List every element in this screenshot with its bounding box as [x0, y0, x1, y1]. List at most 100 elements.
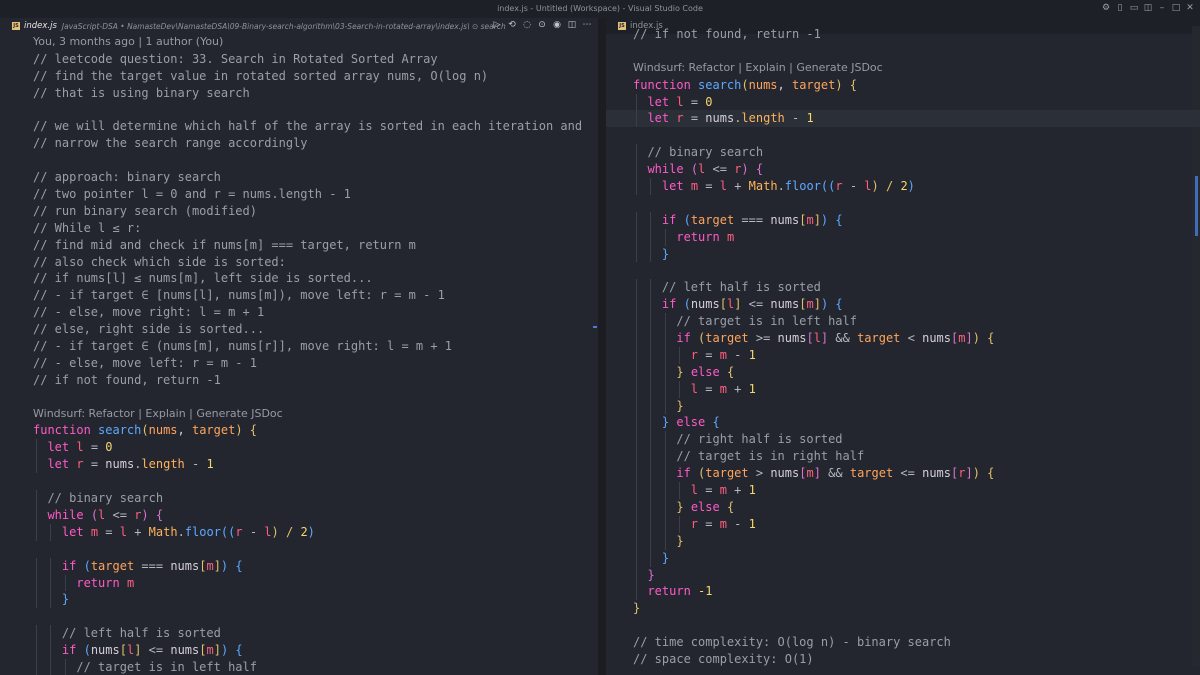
code-line[interactable]: // left half is sorted — [606, 279, 1200, 297]
code-line[interactable] — [0, 152, 598, 169]
code-line[interactable]: } — [0, 591, 598, 609]
code-line[interactable]: // time complexity: O(log n) - binary se… — [606, 634, 1200, 651]
code-line[interactable]: } else { — [606, 363, 1200, 381]
minimize-icon[interactable]: – — [1156, 2, 1168, 14]
code-line[interactable]: // left half is sorted — [0, 625, 598, 643]
code-line[interactable]: l = m + 1 — [606, 482, 1200, 499]
git-icon[interactable]: ◌ — [522, 20, 532, 30]
windsurf-icon[interactable]: ◉ — [552, 20, 562, 30]
editor-split-divider[interactable] — [598, 18, 606, 675]
codelens[interactable]: Windsurf: Refactor | Explain | Generate … — [0, 406, 598, 423]
codelens[interactable]: Windsurf: Refactor | Explain | Generate … — [606, 60, 1200, 77]
code-token: // time complexity: O(log n) - binary se… — [633, 635, 951, 650]
compare-icon[interactable]: ⟲ — [507, 20, 517, 30]
code-line[interactable]: // also check which side is sorted: — [0, 254, 598, 271]
code-line[interactable] — [606, 127, 1200, 144]
code-line[interactable] — [606, 195, 1200, 212]
code-line[interactable] — [0, 389, 598, 406]
code-line[interactable] — [606, 43, 1200, 60]
code-line[interactable]: // space complexity: O(1) — [606, 651, 1200, 668]
code-line[interactable]: // that is using binary search — [0, 85, 598, 102]
code-line[interactable]: // binary search — [0, 490, 598, 507]
code-line[interactable]: // find mid and check if nums[m] === tar… — [0, 237, 598, 254]
code-line[interactable]: // - else, move right: l = m + 1 — [0, 304, 598, 321]
code-line[interactable]: let l = 0 — [606, 93, 1200, 111]
code-line[interactable]: return m — [606, 228, 1200, 246]
code-line[interactable]: function search(nums, target) { — [0, 422, 598, 439]
code-line[interactable]: if (nums[l] <= nums[m]) { — [606, 296, 1200, 314]
split-icon[interactable]: ◫ — [1142, 2, 1154, 14]
code-line[interactable]: let m = l + Math.floor((r - l) / 2) — [606, 178, 1200, 195]
code-line[interactable]: return -1 — [606, 583, 1200, 601]
sidebar-icon[interactable]: ▯ — [1114, 2, 1126, 14]
code-line[interactable]: // if nums[l] ≤ nums[m], left side is so… — [0, 270, 598, 287]
code-line[interactable] — [0, 473, 598, 490]
code-line[interactable]: } — [606, 397, 1200, 415]
code-token: <= — [741, 297, 771, 312]
code-line[interactable]: while (l <= r) { — [0, 506, 598, 524]
layout-icon[interactable]: ⚙ — [1100, 2, 1112, 14]
code-line[interactable]: while (l <= r) { — [606, 161, 1200, 179]
code-line[interactable]: let l = 0 — [0, 439, 598, 457]
right-editor[interactable]: // if not found, return -1 Windsurf: Refa… — [606, 26, 1200, 675]
code-line[interactable] — [0, 102, 598, 119]
code-line[interactable]: // if not found, return -1 — [606, 26, 1200, 43]
code-line[interactable]: // right half is sorted — [606, 431, 1200, 449]
code-line[interactable] — [0, 541, 598, 558]
code-line[interactable]: // if not found, return -1 — [0, 372, 598, 389]
code-line[interactable]: if (nums[l] <= nums[m]) { — [0, 642, 598, 659]
code-line[interactable]: // else, right side is sorted... — [0, 321, 598, 338]
go-icon[interactable]: ⊙ — [537, 20, 547, 30]
code-line[interactable]: if (target === nums[m]) { — [0, 557, 598, 575]
code-line[interactable]: } — [606, 566, 1200, 584]
code-line[interactable]: // - if target ∈ (nums[m], nums[r]], mov… — [0, 338, 598, 355]
code-token: // left half is sorted — [661, 280, 821, 295]
breadcrumb[interactable]: JavaScript-DSA • NamasteDev\NamasteDSA\0… — [62, 22, 506, 31]
split-editor-icon[interactable]: ◫ — [567, 20, 577, 30]
code-line[interactable]: } else { — [606, 414, 1200, 432]
tab-index-js[interactable]: index.js — [24, 21, 57, 31]
code-line[interactable]: if (target === nums[m]) { — [606, 211, 1200, 229]
code-line[interactable]: function search(nums, target) { — [606, 77, 1200, 94]
code-line[interactable]: } — [606, 532, 1200, 550]
codelens[interactable]: You, 3 months ago | 1 author (You) — [0, 34, 598, 51]
code-line[interactable]: r = m - 1 — [606, 346, 1200, 364]
code-line[interactable]: return m — [0, 574, 598, 592]
code-line[interactable]: } else { — [606, 498, 1200, 516]
code-line[interactable]: if (target > nums[m] && target <= nums[r… — [606, 465, 1200, 483]
code-line[interactable]: // two pointer l = 0 and r = nums.length… — [0, 186, 598, 203]
code-line[interactable]: // find the target value in rotated sort… — [0, 68, 598, 85]
code-line[interactable]: let r = nums.length - 1 — [0, 456, 598, 474]
left-editor[interactable]: You, 3 months ago | 1 author (You)// lee… — [0, 34, 598, 675]
code-line[interactable]: // - else, move left: r = m - 1 — [0, 355, 598, 372]
code-line[interactable]: } — [606, 245, 1200, 263]
panel-icon[interactable]: ▭ — [1128, 2, 1140, 14]
more-icon[interactable]: ⋯ — [582, 20, 592, 30]
code-line[interactable]: // run binary search (modified) — [0, 203, 598, 220]
code-line[interactable]: // narrow the search range accordingly — [0, 135, 598, 152]
code-line[interactable] — [0, 608, 598, 625]
code-line[interactable]: } — [606, 549, 1200, 567]
code-line[interactable]: // we will determine which half of the a… — [0, 118, 598, 135]
code-line[interactable]: l = m + 1 — [606, 380, 1200, 398]
code-line[interactable]: r = m - 1 — [606, 515, 1200, 533]
code-line[interactable]: // While l ≤ r: — [0, 220, 598, 237]
code-line[interactable]: // target is in left half — [606, 313, 1200, 331]
code-line[interactable]: // approach: binary search — [0, 169, 598, 186]
code-line[interactable]: // binary search — [606, 144, 1200, 162]
close-icon[interactable]: ✕ — [1184, 2, 1196, 14]
run-icon[interactable]: ▷ — [492, 20, 502, 30]
code-line[interactable]: let m = l + Math.floor((r - l) / 2) — [0, 523, 598, 541]
code-line[interactable]: let r = nums.length - 1 — [606, 110, 1200, 128]
code-line[interactable]: // - if target ∈ [nums[l], nums[m]), mov… — [0, 287, 598, 304]
code-line[interactable]: // target is in left half — [0, 658, 598, 675]
code-line[interactable] — [606, 617, 1200, 634]
code-line[interactable] — [606, 262, 1200, 279]
code-line[interactable]: // target is in right half — [606, 448, 1200, 466]
code-token: ) { — [820, 212, 843, 227]
code-line[interactable]: } — [606, 600, 1200, 617]
code-line[interactable]: // leetcode question: 33. Search in Rota… — [0, 51, 598, 68]
code-token: if — [676, 466, 699, 481]
code-line[interactable]: if (target >= nums[l] && target < nums[m… — [606, 330, 1200, 347]
maximize-icon[interactable]: □ — [1170, 2, 1182, 14]
